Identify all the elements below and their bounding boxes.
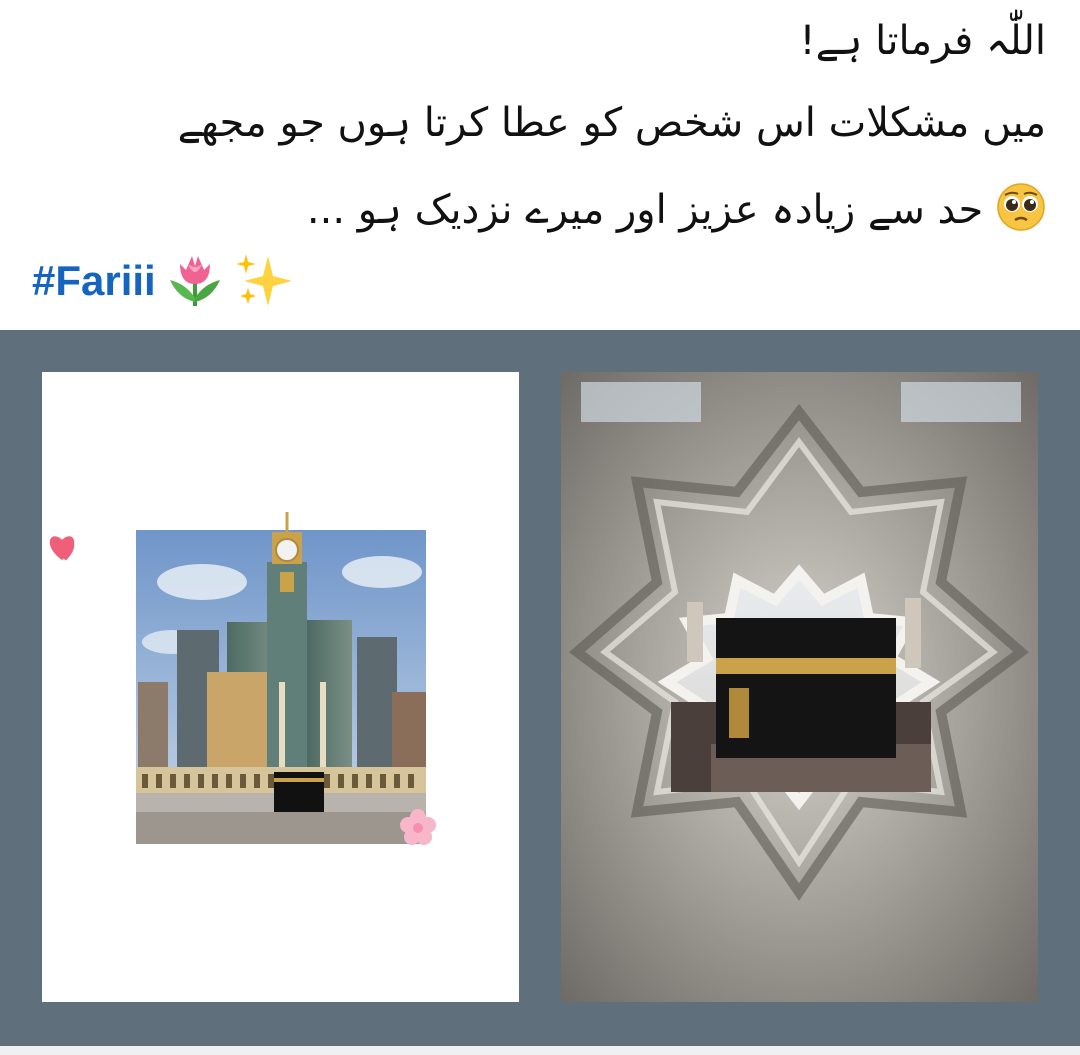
kaaba-through-star-window-photo[interactable] bbox=[561, 372, 1038, 1002]
post-line-1: اللّٰہ فرماتا ہے! bbox=[799, 18, 1046, 64]
hashtag-row: #Fariii bbox=[32, 250, 296, 312]
post-line-3-text: حد سے زیادہ عزیز اور میرے نزدیک ہو ... bbox=[306, 187, 984, 233]
bottom-divider bbox=[0, 1046, 1080, 1055]
hearts-sticker bbox=[49, 536, 75, 561]
post-line-2: میں مشکلات اس شخص کو عطا کرتا ہوں جو مجھ… bbox=[177, 100, 1046, 146]
image-gallery bbox=[0, 330, 1080, 1046]
tulip-icon bbox=[164, 250, 226, 312]
clock-tower-and-kaaba-photo[interactable] bbox=[42, 372, 519, 1002]
pleading-face-icon bbox=[996, 182, 1046, 242]
sparkles-icon bbox=[234, 250, 296, 312]
hashtag-link[interactable]: #Fariii bbox=[32, 257, 156, 305]
post-text: اللّٰہ فرماتا ہے! میں مشکلات اس شخص کو ع… bbox=[0, 0, 1080, 330]
post-line-3: حد سے زیادہ عزیز اور میرے نزدیک ہو ... bbox=[307, 182, 1046, 242]
